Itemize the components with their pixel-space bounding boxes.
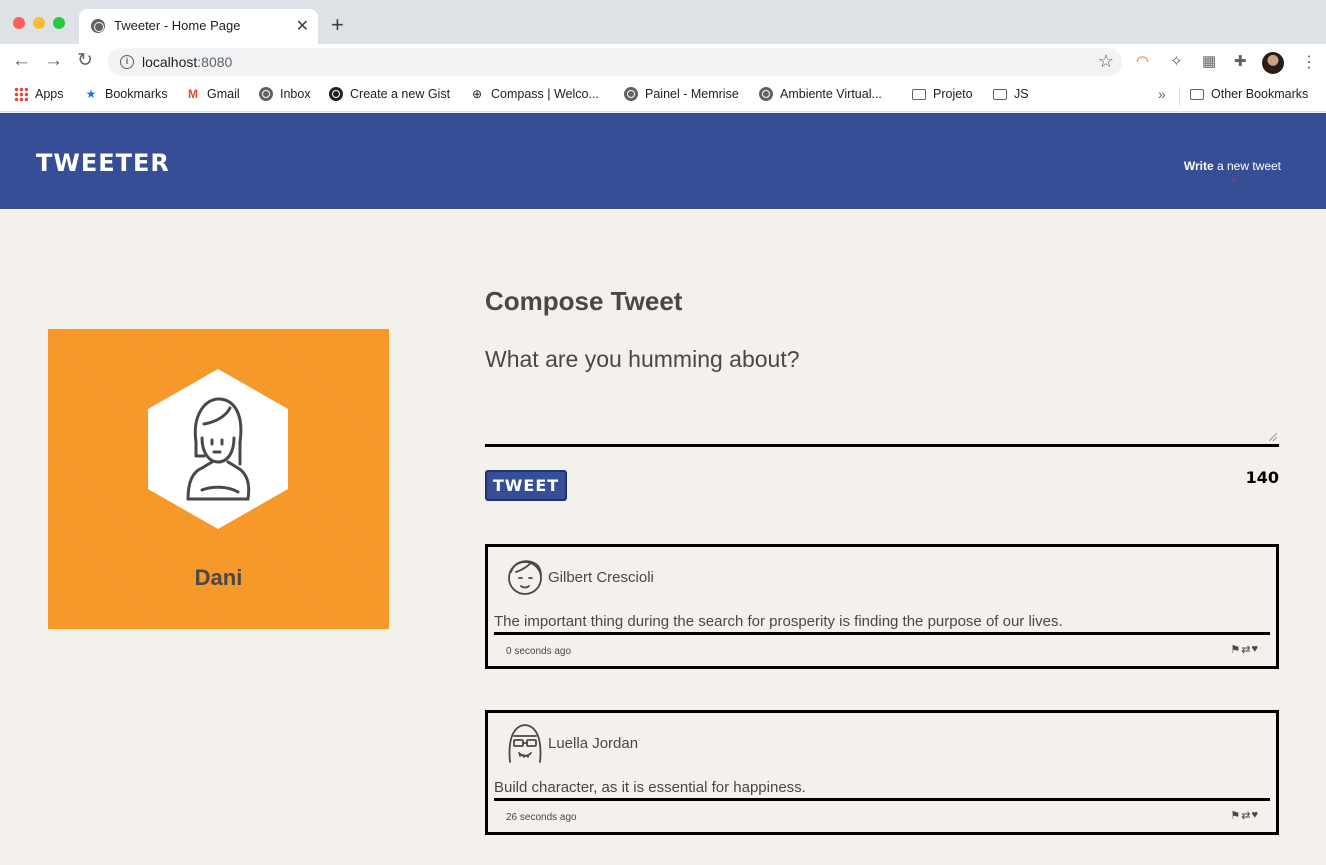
info-icon[interactable]: i: [120, 55, 134, 69]
compose-title: Compose Tweet: [485, 286, 683, 316]
close-window-button[interactable]: [13, 17, 25, 29]
forward-arrow-icon[interactable]: →: [44, 51, 63, 71]
bookmarks-divider: [1179, 87, 1180, 105]
bookmark-folder-projeto[interactable]: Projeto: [912, 87, 973, 101]
bookmark-create-gist[interactable]: Create a new Gist: [329, 87, 450, 101]
bookmark-inbox[interactable]: Inbox: [259, 87, 311, 101]
profile-card: Dani: [48, 329, 389, 629]
extension-rainbow-icon[interactable]: ◠: [1136, 54, 1149, 70]
folder-icon: [1190, 88, 1204, 100]
character-counter: 140: [1245, 468, 1279, 487]
folder-icon: [993, 88, 1007, 100]
resize-handle[interactable]: [1269, 433, 1277, 441]
tweet-text: The important thing during the search fo…: [494, 613, 1063, 630]
kebab-menu-icon[interactable]: ⋮: [1301, 52, 1317, 72]
flag-icon[interactable]: ⚑: [1230, 643, 1240, 656]
heart-icon[interactable]: ♥: [1251, 643, 1258, 656]
site-header: TWEETER Write a new tweet ⌄: [0, 113, 1326, 209]
maximize-window-button[interactable]: [53, 17, 65, 29]
bookmark-folder-js[interactable]: JS: [993, 87, 1029, 101]
double-chevron-down-icon[interactable]: ⌄: [1229, 173, 1238, 184]
tweet-timestamp: 26 seconds ago: [506, 812, 577, 823]
new-tab-icon[interactable]: +: [331, 14, 344, 36]
retweet-icon[interactable]: ⇄: [1241, 643, 1250, 656]
globe-icon: [91, 19, 105, 33]
flag-icon[interactable]: ⚑: [1230, 809, 1240, 822]
avatar-hexagon: [148, 369, 288, 529]
user-avatar-icon: [186, 397, 251, 501]
globe-icon: [259, 87, 273, 101]
browser-toolbar: ← → ↻ i localhost:8080 ☆ ◠ ✧ ▦ ✚ ⋮: [0, 44, 1326, 80]
tab-title: Tweeter - Home Page: [114, 18, 241, 33]
profile-avatar[interactable]: [1262, 52, 1284, 74]
bookmark-other-bookmarks[interactable]: Other Bookmarks: [1190, 87, 1308, 101]
bookmark-memrise[interactable]: Painel - Memrise: [624, 87, 739, 101]
write-new-tweet-link[interactable]: Write a new tweet: [1184, 159, 1281, 173]
bookmark-compass[interactable]: ⊕ Compass | Welco...: [470, 87, 599, 101]
retweet-icon[interactable]: ⇄: [1241, 809, 1250, 822]
profile-name: Dani: [194, 565, 243, 590]
tweet-text: Build character, as it is essential for …: [494, 779, 806, 796]
tweet-textarea[interactable]: What are you humming about?: [485, 343, 1279, 447]
close-tab-icon[interactable]: ✕: [296, 16, 309, 36]
tweet-card: Gilbert Crescioli The important thing du…: [485, 544, 1279, 669]
globe-icon: [624, 87, 638, 101]
avatar-icon: [508, 724, 542, 763]
apps-grid-icon: [14, 87, 28, 101]
bookmark-bookmarks[interactable]: ★ Bookmarks: [84, 87, 168, 101]
puzzle-extensions-icon[interactable]: ✚: [1234, 54, 1247, 70]
heart-icon[interactable]: ♥: [1251, 809, 1258, 822]
tweet-submit-button[interactable]: TWEET: [485, 470, 567, 501]
bookmark-star-icon[interactable]: ☆: [1098, 51, 1114, 72]
tweet-author: Gilbert Crescioli: [548, 569, 654, 586]
tweet-timestamp: 0 seconds ago: [506, 646, 572, 657]
tweet-divider: [494, 632, 1270, 635]
star-icon: ★: [85, 87, 97, 101]
address-bar[interactable]: i localhost:8080 ☆: [108, 48, 1122, 76]
globe-icon: [759, 87, 773, 101]
grid-extension-icon[interactable]: ▦: [1202, 54, 1216, 70]
bookmark-gmail[interactable]: M Gmail: [186, 87, 240, 101]
compass-icon: ⊕: [471, 87, 483, 101]
brand-logo: TWEETER: [36, 149, 170, 177]
gmail-icon: M: [188, 87, 198, 101]
tweet-author: Luella Jordan: [548, 735, 639, 752]
tweet-actions: ⚑ ⇄ ♥: [1230, 809, 1258, 822]
tweet-textarea-placeholder: What are you humming about?: [485, 346, 800, 372]
more-bookmarks-icon[interactable]: »: [1158, 86, 1166, 102]
url-text[interactable]: localhost:8080: [142, 54, 232, 70]
reload-icon[interactable]: ↻: [77, 51, 93, 71]
browser-tab-bar: Tweeter - Home Page ✕ +: [0, 0, 1326, 44]
back-arrow-icon[interactable]: ←: [12, 51, 31, 71]
browser-tab[interactable]: Tweeter - Home Page ✕: [79, 9, 318, 44]
bookmark-apps[interactable]: Apps: [14, 87, 64, 101]
minimize-window-button[interactable]: [33, 17, 45, 29]
tweet-divider: [494, 798, 1270, 801]
folder-icon: [912, 88, 926, 100]
tweet-actions: ⚑ ⇄ ♥: [1230, 643, 1258, 656]
bookmarks-bar: Apps ★ Bookmarks M Gmail Inbox Create a ne…: [0, 80, 1326, 112]
dropbox-icon[interactable]: ✧: [1170, 54, 1183, 70]
tweet-card: Luella Jordan Build character, as it is …: [485, 710, 1279, 835]
bookmark-ambiente-virtual[interactable]: Ambiente Virtual...: [759, 87, 882, 101]
github-icon: [329, 87, 343, 101]
avatar-icon: [508, 560, 542, 595]
